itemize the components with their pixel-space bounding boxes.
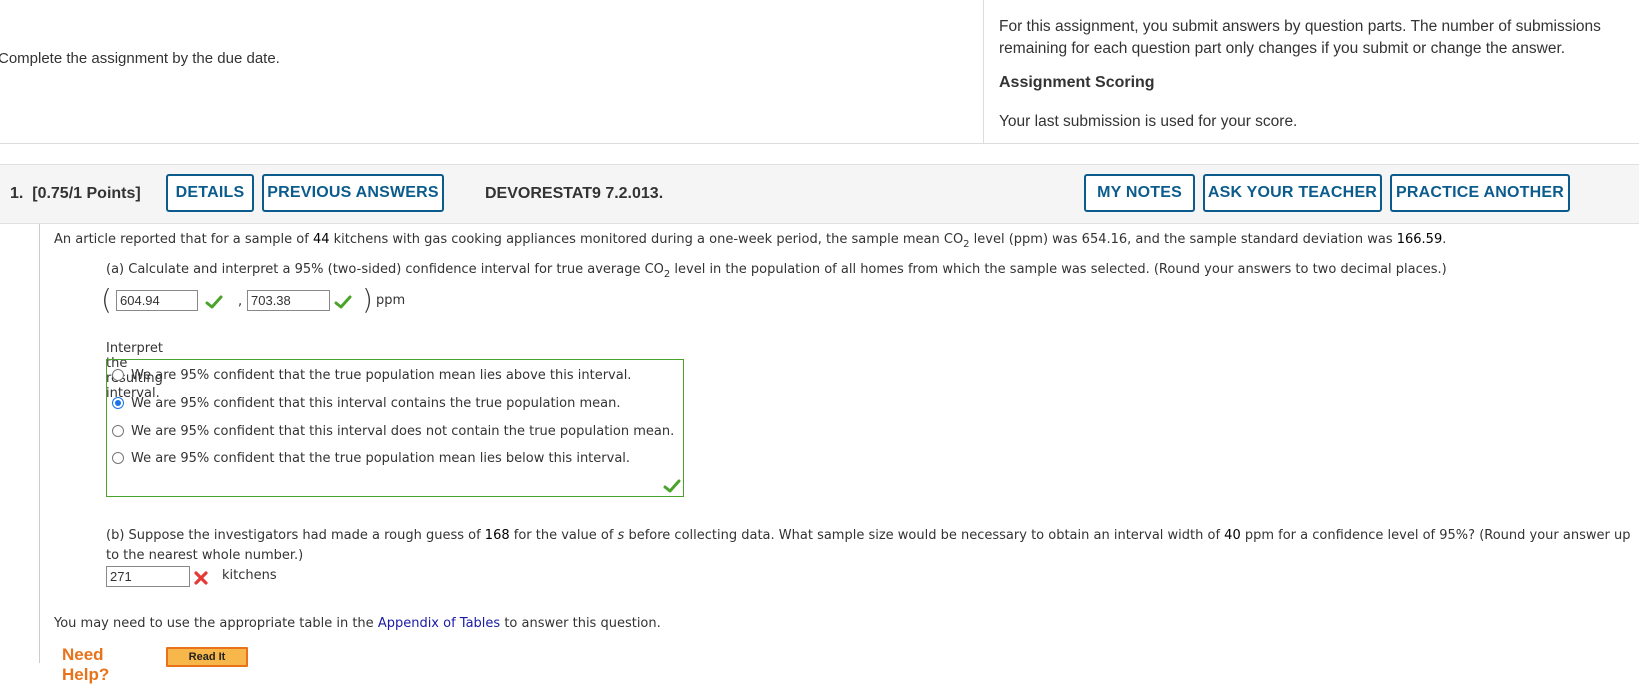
- ask-your-teacher-button[interactable]: ASK YOUR TEACHER: [1203, 174, 1382, 212]
- incorrect-x-icon: [194, 571, 208, 585]
- practice-another-button[interactable]: PRACTICE ANOTHER: [1390, 174, 1570, 212]
- assignment-scoring-heading: Assignment Scoring: [999, 74, 1155, 91]
- guess-value: 168: [484, 528, 510, 543]
- submission-info-text: For this assignment, you submit answers …: [999, 18, 1601, 57]
- ci-lower-input[interactable]: [116, 290, 198, 311]
- question-statement: An article reported that for a sample of…: [54, 232, 1447, 250]
- due-date-instruction: Complete the assignment by the due date.: [0, 50, 280, 67]
- correct-check-icon: [334, 295, 352, 309]
- scoring-info-text: Your last submission is used for your sc…: [999, 113, 1298, 130]
- assignment-info-panel: For this assignment, you submit answers …: [983, 0, 1639, 143]
- interpretation-choices: We are 95% confident that the true popul…: [106, 359, 684, 497]
- ppm-unit-label: ppm: [376, 293, 406, 308]
- choice-below[interactable]: We are 95% confident that the true popul…: [112, 448, 630, 468]
- radio-button[interactable]: [112, 425, 124, 437]
- interval-comma: ,: [238, 294, 243, 309]
- choice-above[interactable]: We are 95% confident that the true popul…: [112, 365, 631, 385]
- ci-upper-input[interactable]: [247, 290, 330, 311]
- details-button[interactable]: DETAILS: [166, 174, 254, 212]
- previous-answers-button[interactable]: PREVIOUS ANSWERS: [262, 174, 444, 212]
- part-b-prompt: (b) Suppose the investigators had made a…: [106, 528, 1631, 563]
- close-paren: ): [362, 283, 373, 316]
- appendix-of-tables-link[interactable]: Appendix of Tables: [378, 616, 500, 631]
- width-value: 40: [1224, 528, 1241, 543]
- question-points: 1. [0.75/1 Points]: [10, 185, 141, 203]
- my-notes-button[interactable]: MY NOTES: [1084, 174, 1195, 212]
- part-a-prompt: (a) Calculate and interpret a 95% (two-s…: [106, 262, 1447, 280]
- clipped-top-text: [0, 0, 800, 2]
- radio-button[interactable]: [112, 452, 124, 464]
- choice-does-not-contain[interactable]: We are 95% confident that this interval …: [112, 421, 674, 441]
- std-dev-value: 166.59: [1396, 232, 1443, 247]
- question-header: 1. [0.75/1 Points] DETAILS PREVIOUS ANSW…: [0, 164, 1639, 224]
- need-help-label: Need Help?: [62, 645, 110, 684]
- question-number: 1.: [10, 185, 24, 202]
- open-paren: (: [101, 283, 112, 316]
- question-score: [0.75/1 Points]: [32, 185, 141, 202]
- question-left-border: [39, 224, 40, 663]
- sample-size-input[interactable]: [106, 566, 190, 587]
- radio-button[interactable]: [112, 369, 124, 381]
- radio-button-selected[interactable]: [112, 397, 124, 409]
- correct-check-icon: [205, 295, 223, 309]
- kitchens-unit-label: kitchens: [222, 568, 277, 583]
- choice-contains[interactable]: We are 95% confident that this interval …: [112, 393, 620, 413]
- sample-size-value: 44: [312, 232, 330, 247]
- section-divider: [0, 143, 1639, 144]
- correct-check-icon: [663, 479, 681, 493]
- read-it-button[interactable]: Read It: [166, 647, 248, 667]
- appendix-note: You may need to use the appropriate tabl…: [54, 616, 661, 631]
- question-code: DEVORESTAT9 7.2.013.: [485, 185, 664, 202]
